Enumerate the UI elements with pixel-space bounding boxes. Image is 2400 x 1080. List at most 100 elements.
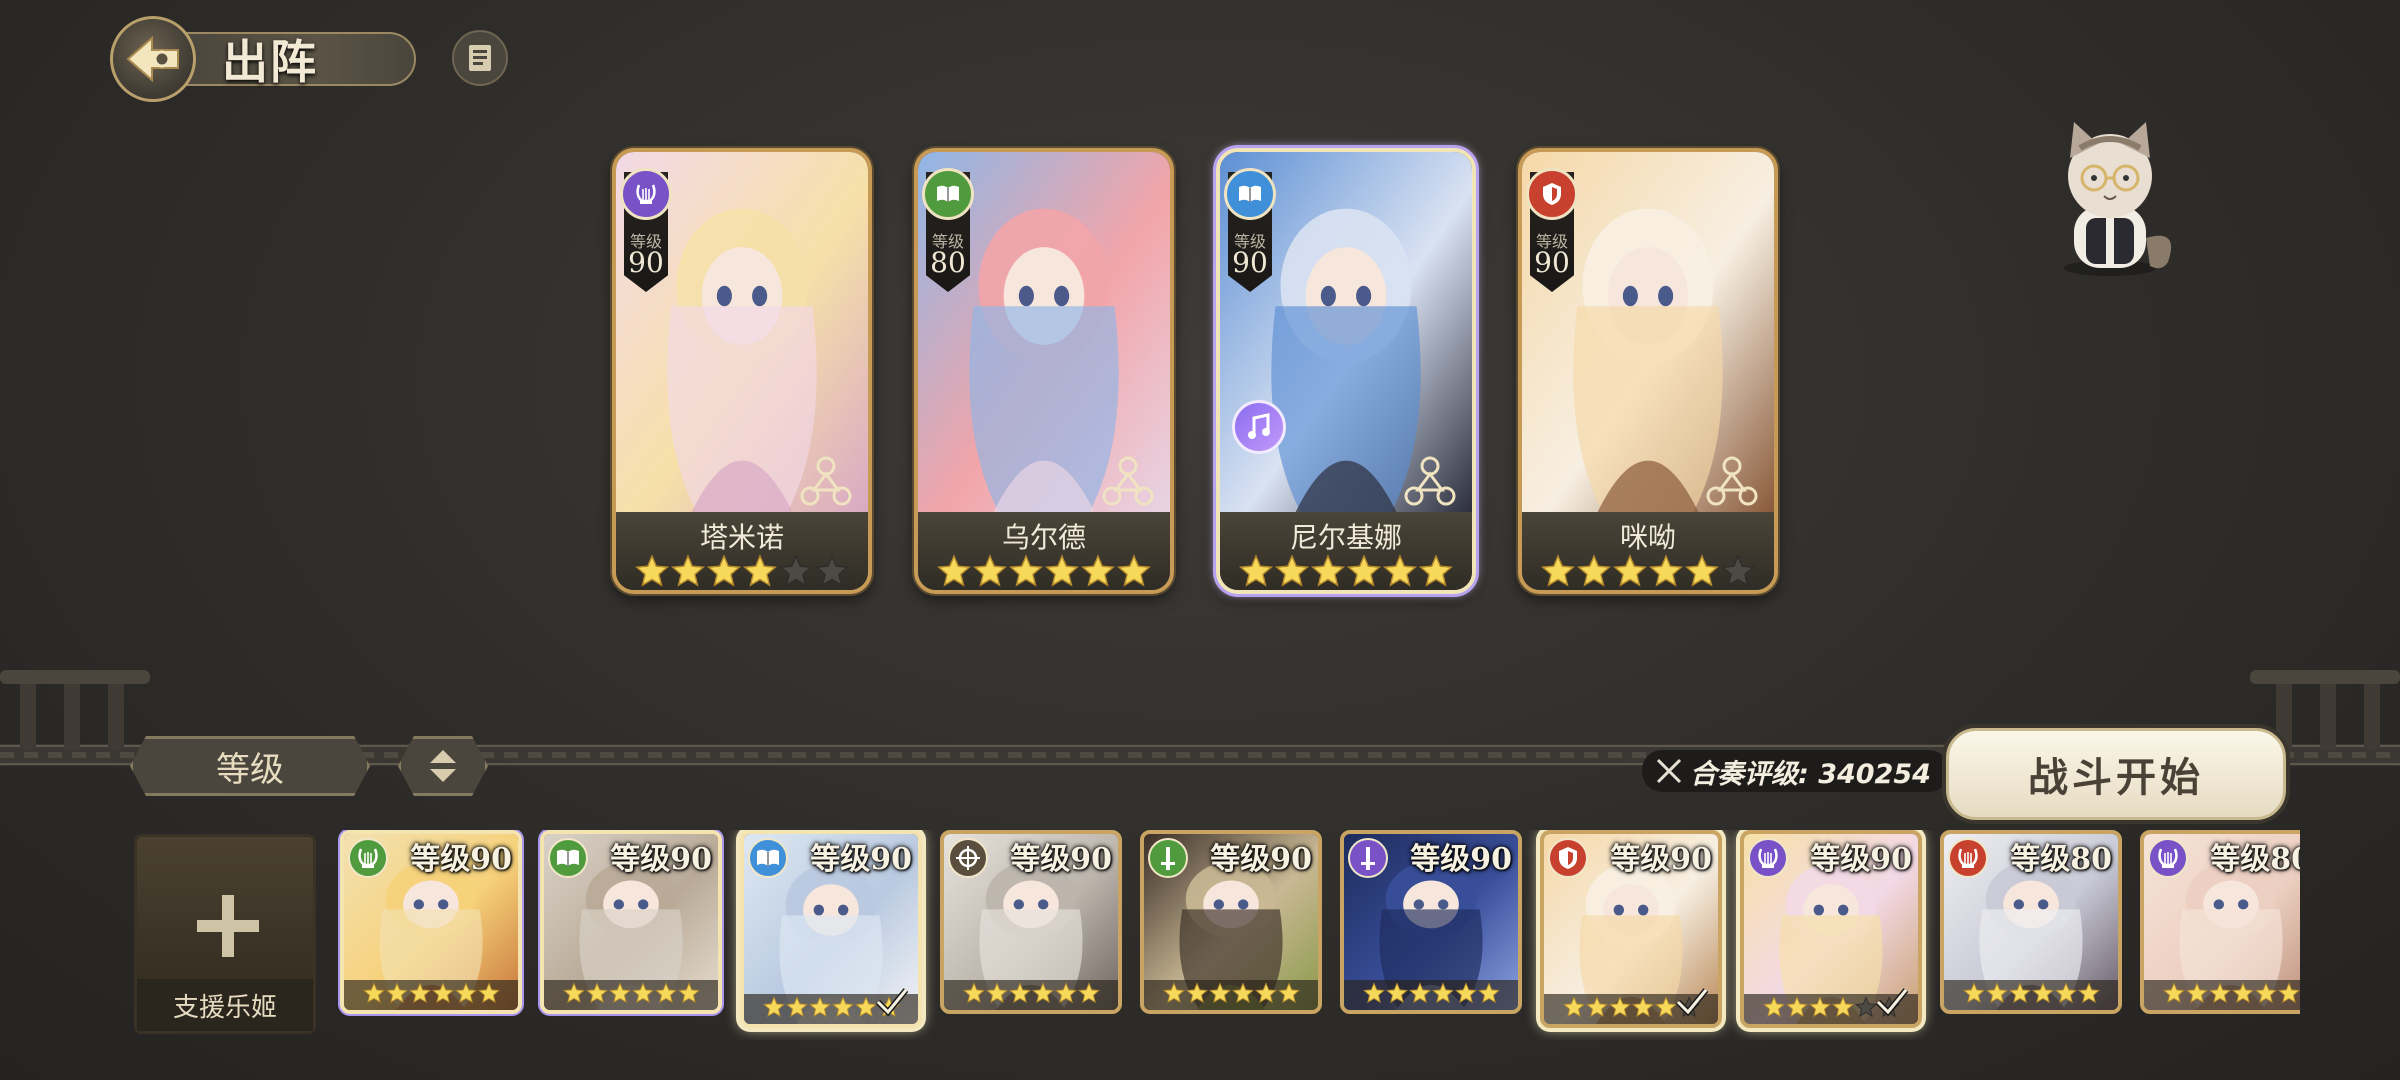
header-badge: 出阵	[110, 16, 416, 102]
roster-card[interactable]: 等级90	[1540, 830, 1722, 1028]
star-icon	[1080, 554, 1116, 588]
roster-card[interactable]: 等级90	[1140, 830, 1322, 1014]
star-icon	[1418, 554, 1454, 588]
star-icon	[362, 982, 385, 1008]
star-icon	[2185, 982, 2208, 1008]
star-icon	[778, 554, 814, 588]
star-rating	[544, 980, 718, 1010]
team-slot-2[interactable]: 等级 80 乌尔德	[914, 148, 1174, 594]
star-icon	[1785, 996, 1808, 1022]
star-icon	[1576, 554, 1612, 588]
left-pillar-decoration	[0, 670, 150, 750]
roster-level: 等级90	[1810, 842, 1912, 877]
star-icon	[1044, 554, 1080, 588]
music-note-icon[interactable]	[1232, 400, 1286, 454]
star-icon	[1540, 554, 1576, 588]
bond-triangle-icon[interactable]	[798, 454, 854, 510]
plus-icon	[197, 895, 259, 957]
bond-triangle-icon[interactable]	[1100, 454, 1156, 510]
star-icon	[1116, 554, 1152, 588]
star-icon	[1346, 554, 1382, 588]
roster-card[interactable]: 等级90	[1740, 830, 1922, 1028]
star-icon	[2054, 982, 2077, 1008]
page-title: 出阵	[222, 35, 318, 89]
star-icon	[808, 996, 831, 1022]
star-icon	[1385, 982, 1408, 1008]
roster-card[interactable]: 等级90	[1340, 830, 1522, 1014]
document-icon	[469, 45, 491, 71]
star-rating	[1144, 980, 1318, 1010]
sword-icon	[1348, 838, 1388, 878]
roster-card[interactable]: 等级90	[940, 830, 1122, 1014]
sword-icon	[1148, 838, 1188, 878]
star-icon	[1808, 996, 1831, 1022]
star-icon	[831, 996, 854, 1022]
star-icon	[1274, 554, 1310, 588]
star-icon	[454, 982, 477, 1008]
team-slot-1[interactable]: 等级 90 塔米诺	[612, 148, 872, 594]
star-icon	[2031, 982, 2054, 1008]
star-icon	[985, 982, 1008, 1008]
lyre-icon	[620, 168, 672, 220]
star-icon	[631, 982, 654, 1008]
star-icon	[562, 982, 585, 1008]
star-icon	[1231, 982, 1254, 1008]
star-icon	[677, 982, 700, 1008]
star-icon	[2254, 982, 2277, 1008]
star-icon	[2277, 982, 2300, 1008]
level-value: 80	[930, 246, 966, 279]
star-icon	[1454, 982, 1477, 1008]
star-icon	[1310, 554, 1346, 588]
book-icon	[1224, 168, 1276, 220]
star-icon	[1238, 554, 1274, 588]
star-icon	[1431, 982, 1454, 1008]
star-rating	[1522, 554, 1774, 588]
star-icon	[2077, 982, 2100, 1008]
lyre-icon	[1948, 838, 1988, 878]
level-value: 90	[1232, 246, 1268, 279]
star-rating	[918, 554, 1170, 588]
crosshair-icon	[948, 838, 988, 878]
roster-card[interactable]: 等级80	[1940, 830, 2122, 1014]
star-icon	[1608, 996, 1631, 1022]
roster-level: 等级90	[1610, 842, 1712, 877]
bond-triangle-icon[interactable]	[1704, 454, 1760, 510]
character-name: 塔米诺	[699, 521, 784, 554]
star-icon	[785, 996, 808, 1022]
star-icon	[962, 982, 985, 1008]
ensemble-rating-text: 合奏评级: 340254	[1690, 758, 1931, 790]
team-slot-3[interactable]: 等级 90 尼尔基娜	[1216, 148, 1476, 594]
roster-card[interactable]: 等级90	[540, 830, 722, 1014]
team-slot-4[interactable]: 等级 90 咪呦	[1518, 148, 1778, 594]
star-icon	[1408, 982, 1431, 1008]
star-icon	[585, 982, 608, 1008]
roster-card[interactable]: 等级90	[340, 830, 522, 1014]
star-icon	[1720, 554, 1756, 588]
star-icon	[608, 982, 631, 1008]
support-slot-button[interactable]: 支援乐姬	[134, 834, 316, 1034]
star-rating	[1944, 980, 2118, 1010]
sort-order-button[interactable]	[398, 736, 488, 796]
character-roster[interactable]: 支援乐姬 等级90 等级90 等级90 等级90 等级90 等级90 等级90 …	[130, 830, 2300, 1040]
star-rating	[1344, 980, 1518, 1010]
star-icon	[1631, 996, 1654, 1022]
roster-card[interactable]: 等级80	[2140, 830, 2300, 1014]
sort-level-button[interactable]: 等级	[130, 736, 370, 796]
log-button[interactable]	[452, 30, 508, 86]
star-icon	[1054, 982, 1077, 1008]
start-battle-button[interactable]: 战斗开始	[1946, 728, 2286, 820]
ensemble-rating: 合奏评级: 340254	[1642, 750, 1949, 792]
bond-triangle-icon[interactable]	[1402, 454, 1458, 510]
back-button[interactable]	[110, 16, 196, 102]
star-icon	[431, 982, 454, 1008]
roster-level: 等级90	[1210, 842, 1312, 877]
character-name: 咪呦	[1619, 521, 1676, 554]
star-icon	[1762, 996, 1785, 1022]
star-icon	[1254, 982, 1277, 1008]
roster-level: 等级80	[2210, 842, 2300, 877]
star-icon	[1962, 982, 1985, 1008]
roster-card[interactable]: 等级90	[740, 830, 922, 1028]
star-icon	[2231, 982, 2254, 1008]
cat-mascot-icon[interactable]	[2040, 118, 2180, 280]
shield-icon	[1548, 838, 1588, 878]
